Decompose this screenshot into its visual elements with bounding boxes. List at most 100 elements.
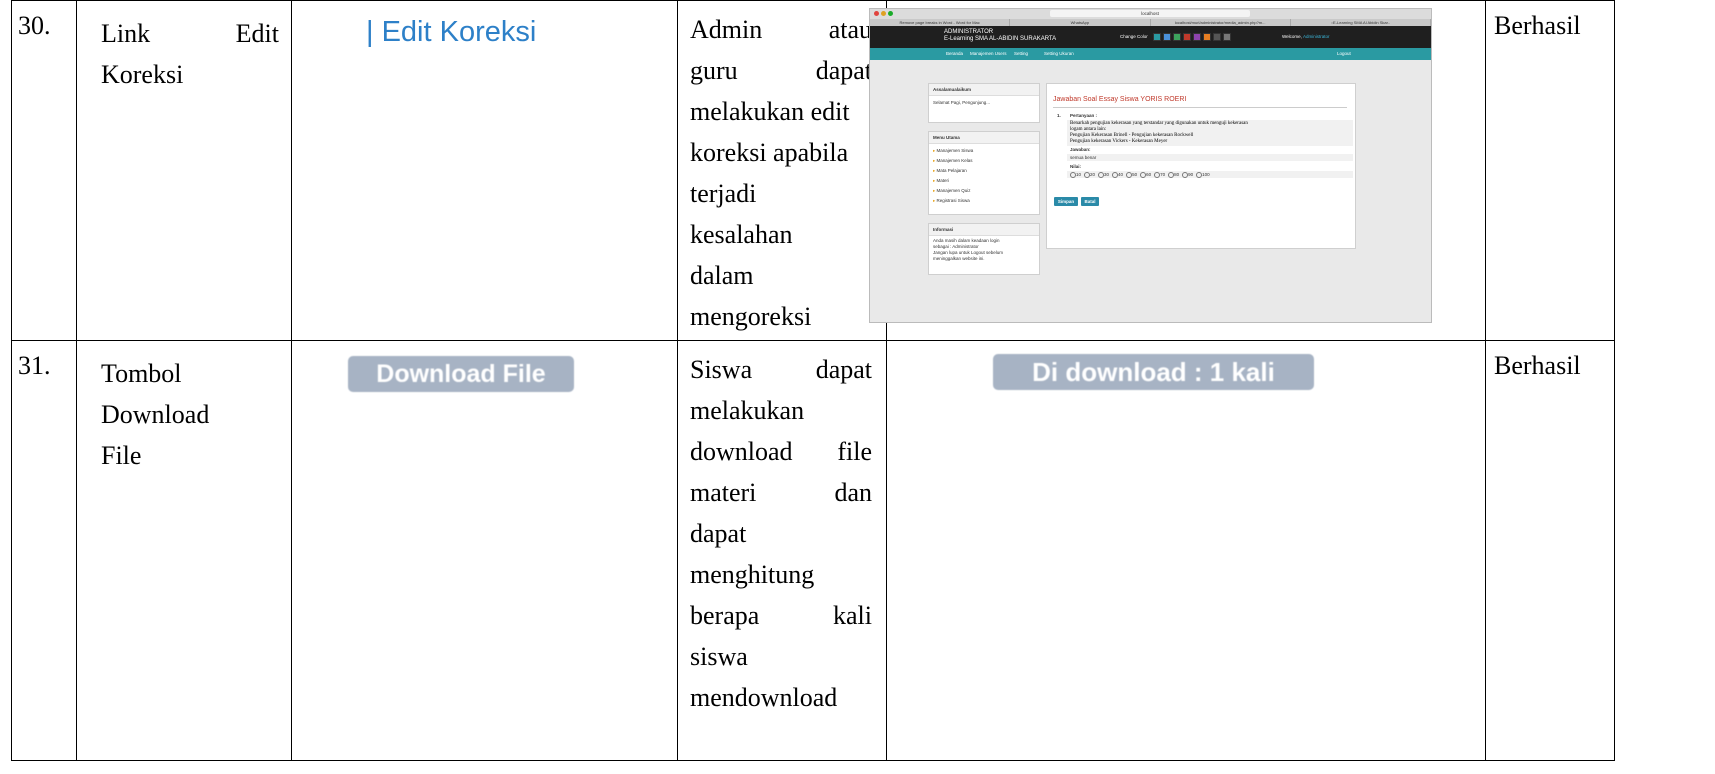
bullet-icon: ▸ — [933, 198, 936, 203]
color-swatch[interactable] — [1183, 33, 1191, 41]
description-word: terjadi — [690, 179, 757, 208]
description-line: Admin atau — [690, 9, 872, 50]
download-file-button[interactable]: Download File — [348, 356, 574, 392]
score-radio-group: 10 20 30 40 50 60 70 80 90 100 — [1067, 171, 1353, 178]
element-image-cell — [291, 340, 678, 761]
description-word: atau — [828, 15, 872, 44]
result: Berhasil — [1485, 0, 1615, 341]
result: Berhasil — [1485, 340, 1615, 761]
info-title: Informasi — [929, 224, 1039, 236]
bullet-icon: ▸ — [933, 158, 936, 163]
admin-page-screenshot: localhost Remove page breaks in Word - W… — [869, 8, 1432, 323]
description-line: koreksi apabila — [690, 132, 872, 173]
question-heading: Pertanyaan : — [1070, 113, 1098, 118]
score-radio[interactable]: 40 — [1112, 171, 1123, 178]
menu-item[interactable]: ▸ Manajemen Siswa — [933, 146, 1035, 156]
description-line: materi dan — [690, 472, 872, 513]
description-word: melakukan edit — [690, 97, 850, 126]
nav-item[interactable]: Setting — [1014, 51, 1028, 56]
screenshot-cell — [886, 340, 1486, 761]
feature-name: Link Edit Koreksi — [76, 0, 292, 341]
description-line: mengoreksi — [690, 296, 872, 337]
score-radio[interactable]: 10 — [1070, 171, 1081, 178]
browser-tab[interactable]: ::E-Learning SMA Al Abidin Skar.. — [1291, 19, 1431, 26]
answer-text: semua benar — [1067, 154, 1353, 161]
color-swatch[interactable] — [1163, 33, 1171, 41]
nav-item[interactable]: Manajemen Users — [970, 51, 1007, 56]
menu-item[interactable]: ▸ Materi — [933, 176, 1035, 186]
browser-tab[interactable]: WhatsApp — [1010, 19, 1151, 26]
description-word: Admin — [690, 15, 763, 44]
name-word: Link — [101, 19, 151, 48]
cancel-button[interactable]: Batal — [1081, 197, 1099, 206]
info-line: meninggalkan website ini. — [933, 256, 985, 261]
description-word: berapa — [690, 601, 760, 630]
row-number: 30. — [11, 0, 77, 341]
download-count-badge: Di download : 1 kali — [993, 354, 1314, 390]
browser-tab[interactable]: localhost/murl/administrator/media_admin… — [1151, 19, 1291, 26]
menu-item[interactable]: ▸ Manajemen Quiz — [933, 186, 1035, 196]
color-swatch[interactable] — [1153, 33, 1161, 41]
description-word: dapat — [815, 355, 872, 384]
description-line: guru dapat — [690, 50, 872, 91]
color-swatch[interactable] — [1223, 33, 1231, 41]
color-swatch[interactable] — [1173, 33, 1181, 41]
name-word: Edit — [235, 19, 279, 48]
score-radio[interactable]: 70 — [1154, 171, 1165, 178]
menu-item[interactable]: ▸ Mata Pelajaran — [933, 166, 1035, 176]
color-swatch[interactable] — [1193, 33, 1201, 41]
description-line: dapat — [690, 513, 872, 554]
description-line: melakukan — [690, 390, 872, 431]
element-image-cell — [291, 0, 678, 341]
score-radio[interactable]: 50 — [1126, 171, 1137, 178]
zoom-dot-icon — [888, 11, 893, 16]
description-word: dalam — [690, 261, 754, 290]
description-word: melakukan — [690, 396, 805, 425]
score-radio[interactable]: 20 — [1084, 171, 1095, 178]
menu-item[interactable]: ▸ Manajemen Kelas — [933, 156, 1035, 166]
score-radio[interactable]: 100 — [1196, 171, 1210, 178]
address-bar[interactable]: localhost — [1050, 10, 1250, 17]
description-line: mendownload — [690, 677, 872, 718]
color-swatches — [1153, 33, 1231, 41]
site-header: ADMINISTRATOR E-Learning SMA AL-ABIDIN S… — [870, 26, 1431, 48]
greeting-title: Assalamualaikum — [929, 84, 1039, 96]
browser-titlebar: localhost — [870, 9, 1431, 19]
bullet-icon: ▸ — [933, 168, 936, 173]
color-swatch[interactable] — [1203, 33, 1211, 41]
description-word: dapat — [815, 56, 872, 85]
welcome-user[interactable]: Administrator — [1303, 34, 1330, 39]
description-word: kali — [833, 601, 872, 630]
color-swatch[interactable] — [1213, 33, 1221, 41]
essay-answer-panel: Jawaban Soal Essay Siswa YORIS ROERI 1. … — [1046, 83, 1356, 249]
nav-bar: Beranda Manajemen Users Setting Setting … — [870, 48, 1431, 60]
welcome-label: Welcome, — [1282, 34, 1302, 39]
greeting-box: Assalamualaikum Selamat Pagi, Pengunjung… — [928, 83, 1040, 123]
minimize-dot-icon — [881, 11, 886, 16]
row-number: 31. — [11, 340, 77, 761]
score-radio[interactable]: 60 — [1140, 171, 1151, 178]
question-line: Pengujian kekerasan Vickers - Kekerasan … — [1070, 139, 1168, 144]
change-color-label: Change Color — [1120, 34, 1148, 39]
menu-item[interactable]: ▸ Registrasi Siswa — [933, 196, 1035, 206]
nav-item[interactable]: Beranda — [946, 51, 963, 56]
logout-link[interactable]: Logout — [1337, 51, 1351, 56]
save-button[interactable]: Simpan — [1054, 197, 1078, 206]
description-word: dan — [834, 478, 872, 507]
description-line: siswa — [690, 636, 872, 677]
edit-koreksi-link[interactable]: | Edit Koreksi — [366, 16, 536, 49]
description-word: dapat — [690, 519, 747, 548]
description-line: dalam — [690, 255, 872, 296]
nav-item[interactable]: Setting Ukuran — [1044, 51, 1074, 56]
description-line: berapa kali — [690, 595, 872, 636]
score-radio[interactable]: 80 — [1168, 171, 1179, 178]
browser-tab[interactable]: Remove page breaks in Word - Word for Ma… — [870, 19, 1011, 26]
description-word: file — [837, 437, 872, 466]
score-radio[interactable]: 30 — [1098, 171, 1109, 178]
score-radio[interactable]: 90 — [1182, 171, 1193, 178]
description-line: menghitung — [690, 554, 872, 595]
description-word: materi — [690, 478, 757, 507]
panel-title: Jawaban Soal Essay Siswa YORIS ROERI — [1053, 96, 1187, 103]
description-word: menghitung — [690, 560, 815, 589]
name-word: File — [101, 441, 142, 470]
